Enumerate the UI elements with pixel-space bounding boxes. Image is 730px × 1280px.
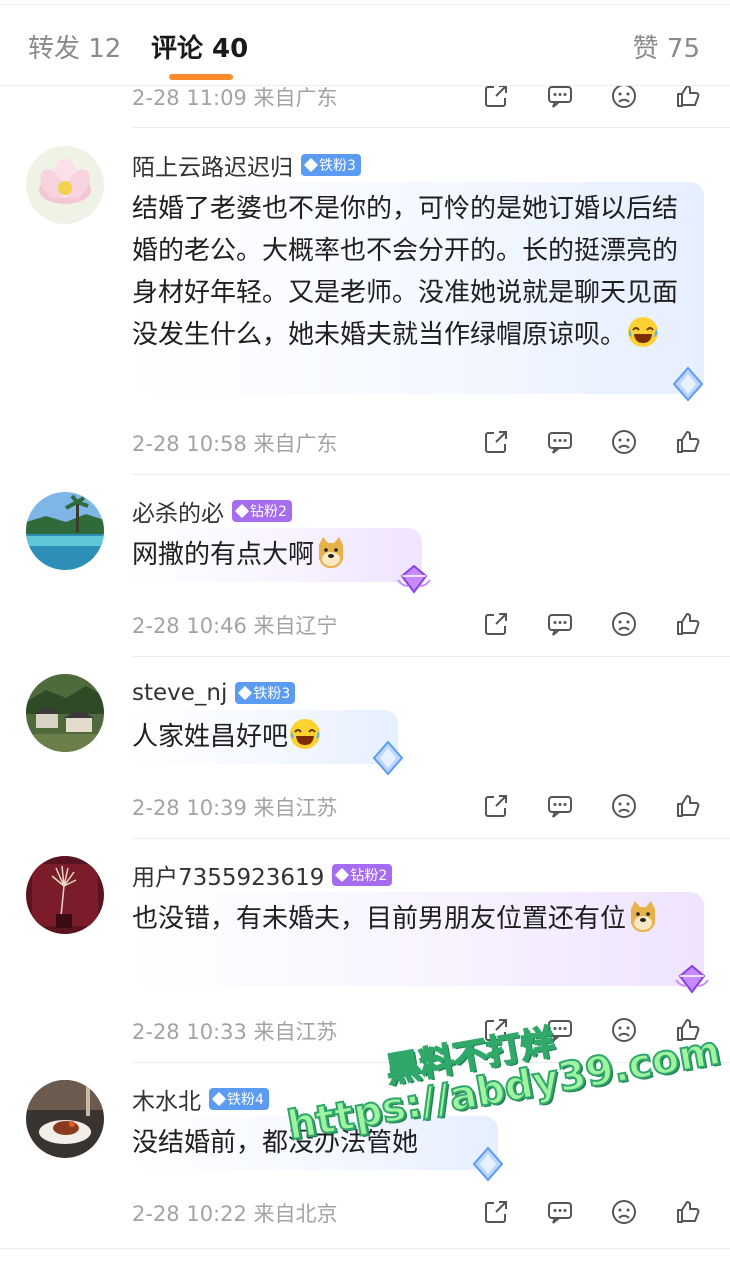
- comment-time: 2-28 10:46 来自辽宁: [132, 614, 338, 638]
- username[interactable]: 用户7355923619: [132, 858, 324, 892]
- avatar[interactable]: [26, 674, 104, 752]
- fan-badge: 铁粉3: [301, 154, 361, 176]
- comment-meta-row: 2-28 10:22 来自北京: [132, 1192, 730, 1232]
- comment-text: 也没错，有未婚夫，目前男朋友位置还有位: [132, 898, 696, 940]
- like-icon[interactable]: [668, 1192, 708, 1232]
- comment-time: 2-28 10:58 来自广东: [132, 432, 338, 456]
- comment-divider: [132, 656, 730, 657]
- comment-text: 结婚了老婆也不是你的，可怜的是她订婚以后结婚的老公。大概率也不会分开的。长的挺漂…: [132, 188, 696, 356]
- tab-like[interactable]: 赞 75: [633, 28, 700, 65]
- like-icon[interactable]: [668, 422, 708, 462]
- comment-meta-row: 2-28 10:46 来自辽宁: [132, 604, 730, 644]
- comment-text-content: 也没错，有未婚夫，目前男朋友位置还有位: [132, 904, 627, 934]
- fan-badge-label: 钻粉2: [250, 504, 287, 520]
- comment-text-content: 网撒的有点大啊: [132, 540, 315, 570]
- active-tab-indicator: [169, 74, 233, 80]
- gem-icon: [234, 503, 250, 519]
- comment-divider: [132, 127, 730, 128]
- comment-header: 用户7355923619 钻粉2: [132, 858, 393, 892]
- comment-time: 2-28 10:22 来自北京: [132, 1202, 338, 1226]
- share-icon[interactable]: [476, 786, 516, 826]
- bottom-divider: [0, 1248, 730, 1249]
- comment-divider: [132, 838, 730, 839]
- like-icon[interactable]: [668, 786, 708, 826]
- comment-header: steve_nj 铁粉3: [132, 676, 296, 710]
- fan-badge-label: 铁粉3: [319, 158, 356, 174]
- username[interactable]: 必杀的必: [132, 494, 224, 528]
- username[interactable]: 木水北: [132, 1082, 201, 1116]
- laugh-cry-emoji-icon: [628, 317, 659, 347]
- comment-time: 2-28 10:39 来自江苏: [132, 796, 338, 820]
- comment-bubble: 人家姓昌好吧: [126, 710, 404, 776]
- username[interactable]: 陌上云路迟迟归: [132, 148, 293, 182]
- gem-icon: [211, 1091, 227, 1107]
- dislike-icon[interactable]: [604, 604, 644, 644]
- comment-text: 人家姓昌好吧: [132, 716, 390, 758]
- share-icon[interactable]: [476, 1192, 516, 1232]
- comment-bubble: 结婚了老婆也不是你的，可怜的是她订婚以后结婚的老公。大概率也不会分开的。长的挺漂…: [126, 182, 704, 402]
- comment-header: 陌上云路迟迟归 铁粉3: [132, 148, 361, 182]
- comment-bubble: 也没错，有未婚夫，目前男朋友位置还有位: [126, 892, 709, 994]
- fan-badge-label: 铁粉3: [253, 686, 291, 702]
- comment-text-content: 人家姓昌好吧: [132, 722, 289, 752]
- share-icon[interactable]: [476, 422, 516, 462]
- comment-text: 网撒的有点大啊: [132, 534, 414, 576]
- comment-meta-row: 2-28 10:58 来自广东: [132, 422, 730, 462]
- comment-icon[interactable]: [540, 422, 580, 462]
- diamond-decoration-icon: [675, 964, 709, 994]
- avatar[interactable]: [26, 146, 104, 224]
- dislike-icon[interactable]: [604, 1192, 644, 1232]
- doge-emoji-icon: [631, 901, 656, 932]
- laugh-cry-emoji-icon: [290, 719, 321, 749]
- comment-bubble: 网撒的有点大啊: [126, 528, 431, 594]
- comment-meta-row: 2-28 10:39 来自江苏: [132, 786, 730, 826]
- dislike-icon[interactable]: [604, 422, 644, 462]
- avatar[interactable]: [26, 1080, 104, 1158]
- comment-divider: [132, 474, 730, 475]
- comment-text-content: 结婚了老婆也不是你的，可怜的是她订婚以后结婚的老公。大概率也不会分开的。长的挺漂…: [132, 194, 679, 350]
- diamond-decoration-icon: [672, 366, 704, 402]
- diamond-decoration-icon: [472, 1146, 504, 1182]
- fan-badge: 铁粉3: [235, 682, 296, 704]
- share-icon[interactable]: [476, 604, 516, 644]
- comment-icon[interactable]: [540, 604, 580, 644]
- comment-header: 木水北 铁粉4: [132, 1082, 269, 1116]
- fan-badge-label: 钻粉2: [350, 868, 388, 884]
- username[interactable]: steve_nj: [132, 680, 227, 706]
- dislike-icon[interactable]: [604, 786, 644, 826]
- gem-icon: [335, 867, 350, 883]
- avatar[interactable]: [26, 856, 104, 934]
- doge-emoji-icon: [319, 537, 344, 568]
- fan-badge: 钻粉2: [332, 864, 393, 886]
- comment-icon[interactable]: [540, 1192, 580, 1232]
- tab-repost[interactable]: 转发 12: [28, 28, 121, 65]
- gem-icon: [303, 157, 319, 173]
- diamond-decoration-icon: [397, 564, 431, 594]
- comment-icon[interactable]: [540, 786, 580, 826]
- gem-icon: [238, 685, 253, 701]
- fan-badge: 铁粉4: [209, 1088, 269, 1110]
- comment-time: 2-28 10:33 来自江苏: [132, 1020, 338, 1044]
- tab-comment[interactable]: 评论 40: [151, 28, 248, 65]
- fan-badge-label: 铁粉4: [227, 1092, 264, 1108]
- comment-time: 2-28 11:09 来自广东: [132, 86, 338, 110]
- avatar[interactable]: [26, 492, 104, 570]
- comment-header: 必杀的必 钻粉2: [132, 494, 292, 528]
- top-divider: [0, 4, 730, 5]
- comment-tabs: 转发 12 评论 40 赞 75: [0, 0, 730, 86]
- like-icon[interactable]: [668, 604, 708, 644]
- fan-badge: 钻粉2: [232, 500, 292, 522]
- diamond-decoration-icon: [372, 740, 404, 776]
